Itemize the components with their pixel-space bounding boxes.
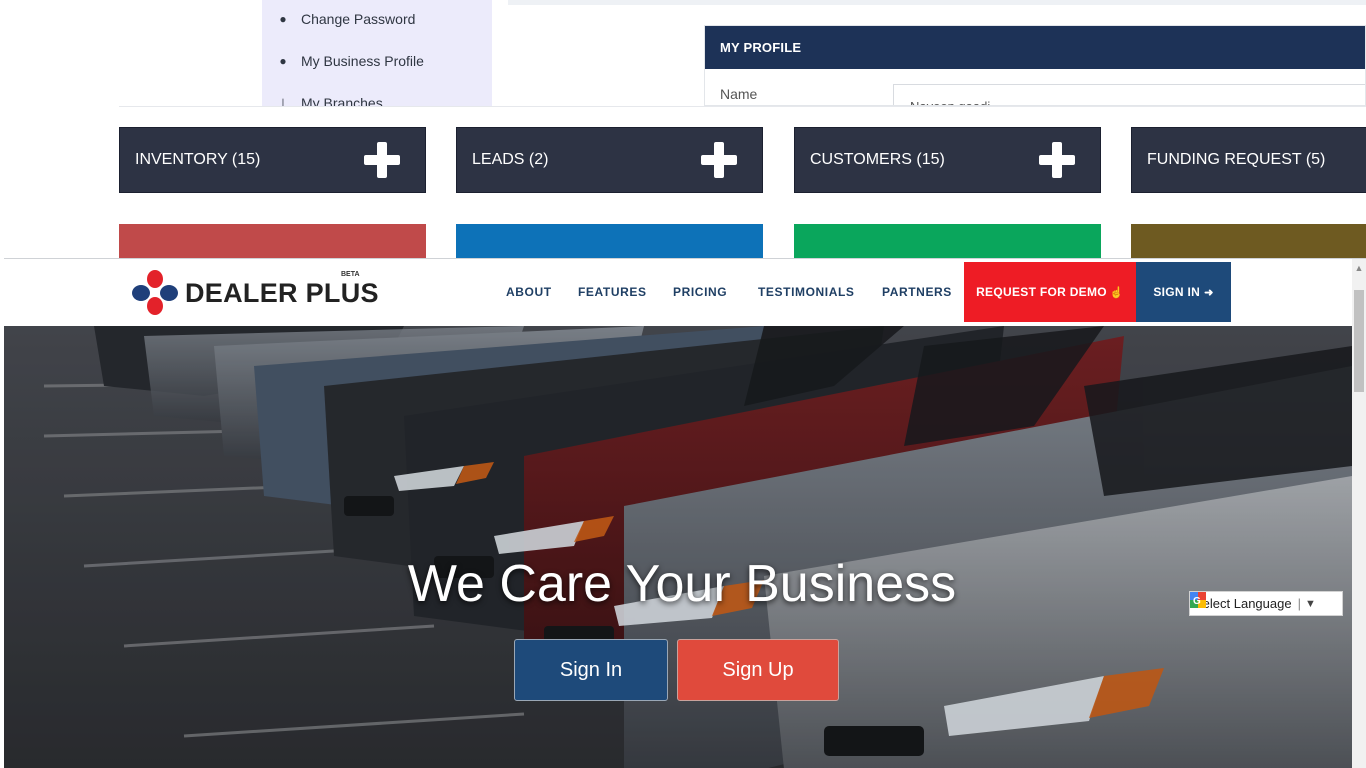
nav-features[interactable]: FEATURES [578,285,647,299]
sitemap-icon: ⊥ [277,96,289,106]
stat-customers[interactable]: CUSTOMERS (15) [794,127,1101,193]
color-tile-customers [794,224,1101,258]
scrollbar[interactable]: ▲ [1352,259,1366,768]
request-demo-button[interactable]: REQUEST FOR DEMO ☝ [964,262,1136,322]
screen: ● Change Password ● My Business Profile … [0,0,1366,768]
menu-item-business-profile[interactable]: ● My Business Profile [262,50,492,72]
chevron-down-icon: ▼ [1304,597,1316,610]
hero-section: We Care Your Business Sign In Sign Up G … [4,326,1352,768]
hero-cars-image [4,326,1352,768]
language-separator: | [1297,596,1301,611]
nav-signin-button[interactable]: SIGN IN ➜ [1136,262,1231,322]
hand-pointer-icon: ☝ [1109,286,1124,299]
stat-label: INVENTORY (15) [135,151,261,168]
beta-badge: BETA [341,271,360,278]
hero-signup-button[interactable]: Sign Up [677,639,839,701]
plus-icon[interactable] [364,142,400,178]
stat-label: LEADS (2) [472,151,549,168]
profile-card: MY PROFILE Name Naveen gaadi [704,25,1366,106]
stat-leads[interactable]: LEADS (2) [456,127,763,193]
request-demo-label: REQUEST FOR DEMO [976,285,1107,299]
menu-item-label: My Branches [301,95,383,106]
profile-title: MY PROFILE [705,26,1365,69]
user-icon: ● [279,12,287,26]
nav-signin-label: SIGN IN [1153,285,1201,299]
stat-label: CUSTOMERS (15) [810,151,945,168]
logo-text: DEALER PLUS [185,278,379,308]
hero-signin-button[interactable]: Sign In [514,639,668,701]
language-label: Select Language [1194,596,1292,611]
nav-testimonials[interactable]: TESTIMONIALS [758,285,855,299]
stat-label: FUNDING REQUEST (5) [1147,151,1326,168]
stat-inventory[interactable]: INVENTORY (15) [119,127,426,193]
side-menu: ● Change Password ● My Business Profile … [262,0,492,106]
divider [119,106,1366,107]
menu-item-label: My Business Profile [301,53,424,69]
name-field[interactable]: Naveen gaadi [893,84,1365,105]
language-selector[interactable]: G Select Language | ▼ [1189,591,1343,616]
menu-item-branches[interactable]: ⊥ My Branches [262,92,492,106]
svg-text:G: G [1193,596,1201,607]
nav-about[interactable]: ABOUT [506,285,552,299]
color-tile-leads [456,224,763,258]
plus-icon[interactable] [701,142,737,178]
nav-pricing[interactable]: PRICING [673,285,727,299]
scroll-thumb[interactable] [1354,290,1364,392]
scroll-up-icon[interactable]: ▲ [1352,261,1366,275]
menu-item-change-password[interactable]: ● Change Password [262,8,492,30]
color-tile-inventory [119,224,426,258]
color-tile-funding [1131,224,1366,258]
sign-in-icon: ➜ [1204,286,1214,299]
plus-icon[interactable] [1039,142,1075,178]
hero-title: We Care Your Business [407,555,957,613]
nav-partners[interactable]: PARTNERS [882,285,952,299]
logo-mark-icon [132,270,178,315]
stat-funding-request[interactable]: FUNDING REQUEST (5) [1131,127,1366,193]
dashboard-background: ● Change Password ● My Business Profile … [0,0,1366,258]
navbar: DEALER PLUS BETA ABOUT FEATURES PRICING … [4,259,1352,326]
name-label: Name [720,86,758,102]
top-strip [508,0,1366,5]
google-translate-icon: G [1190,592,1206,608]
dealer-plus-site: DEALER PLUS BETA ABOUT FEATURES PRICING … [4,258,1366,768]
user-icon: ● [279,54,287,68]
logo[interactable]: DEALER PLUS BETA [130,269,380,317]
menu-item-label: Change Password [301,11,416,27]
